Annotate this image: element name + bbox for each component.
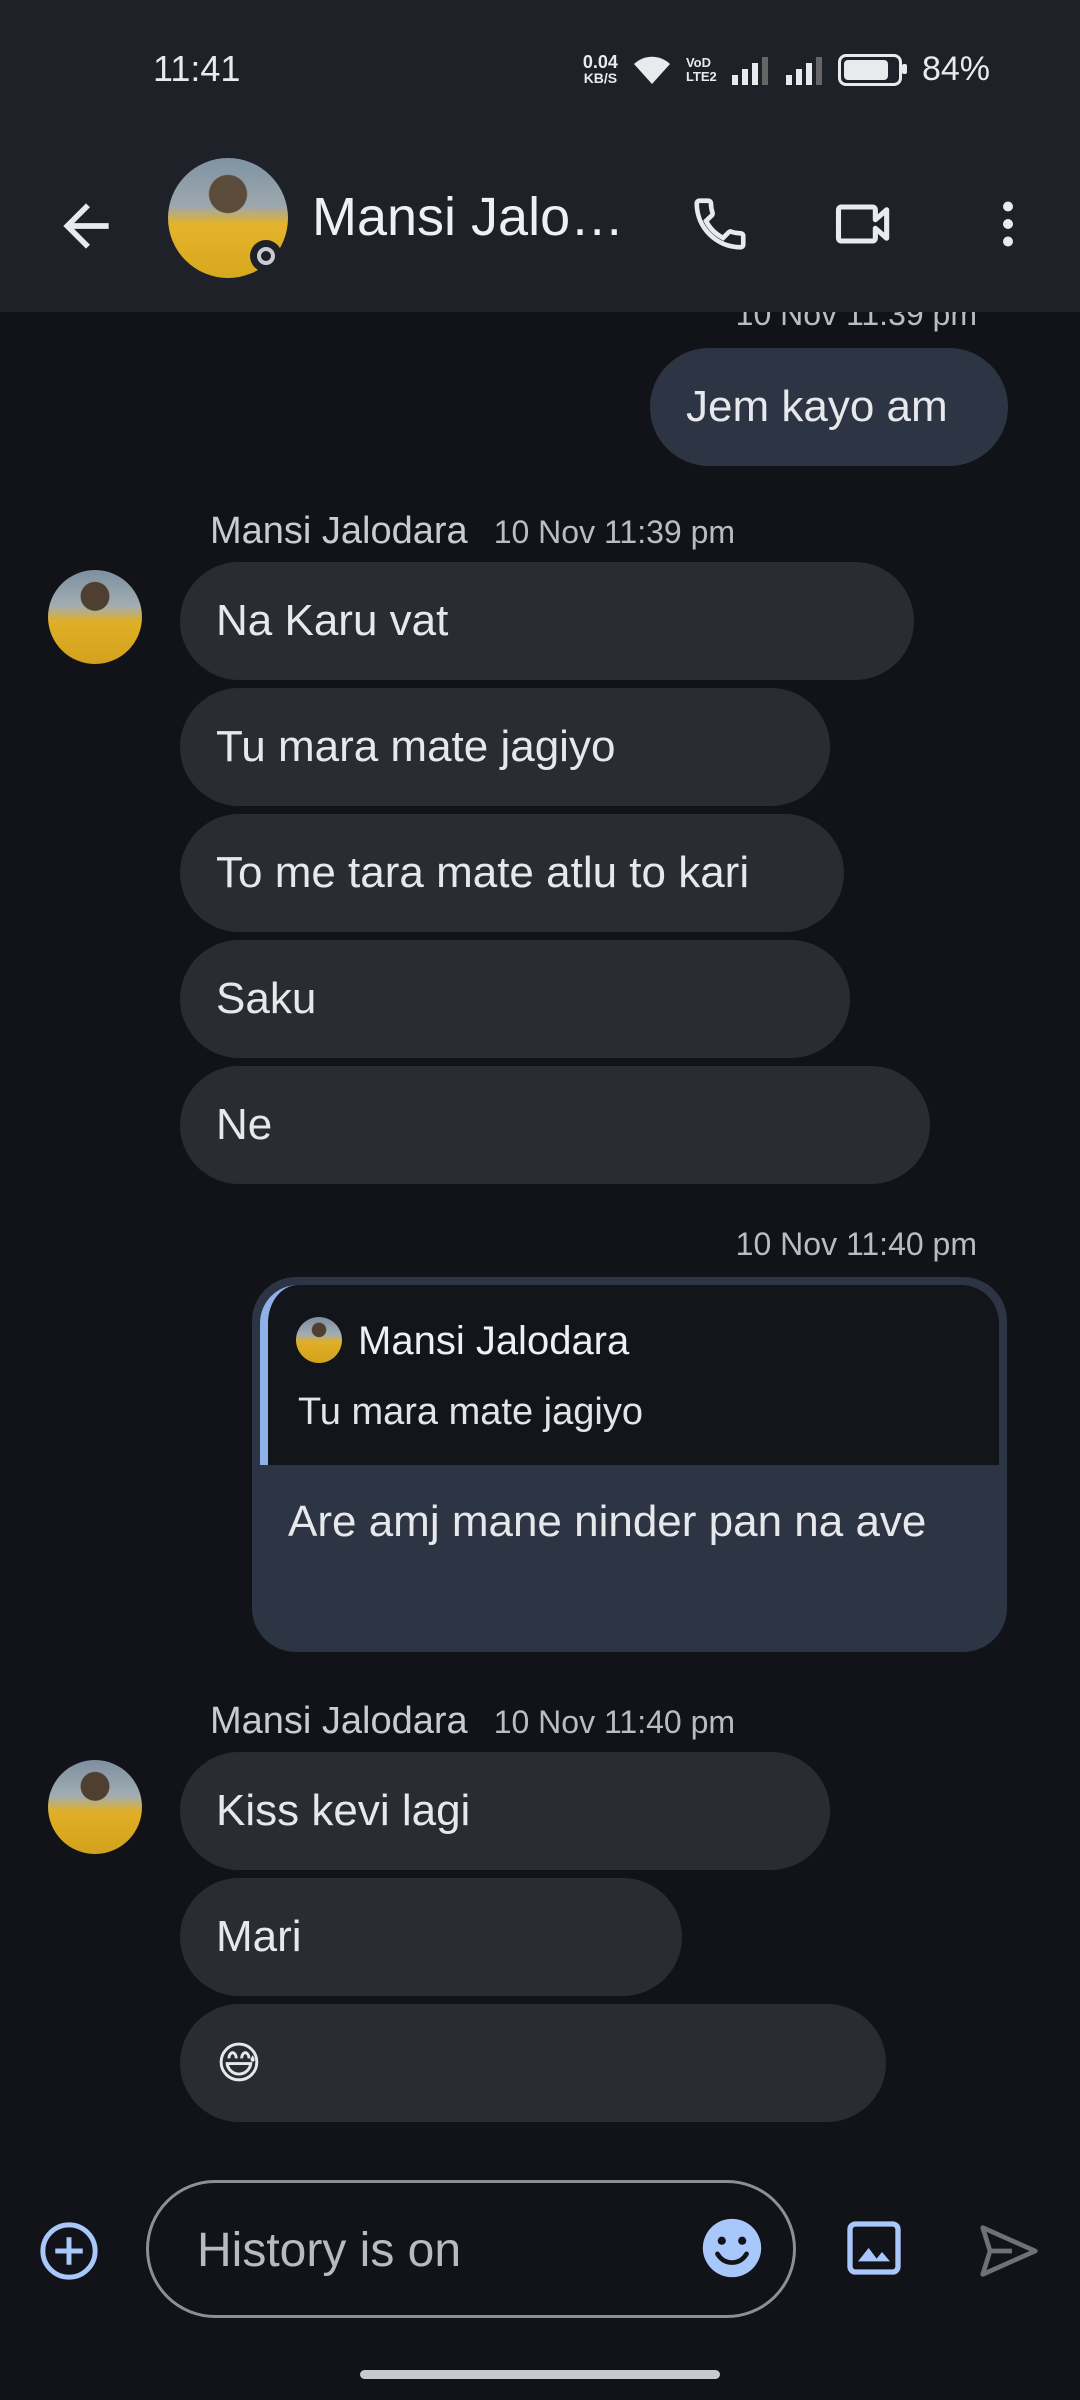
message-timestamp: 10 Nov 11:40 pm [493,1704,736,1740]
incoming-message[interactable]: Saku [180,940,850,1058]
incoming-message[interactable]: Ne [180,1066,930,1184]
more-vert-icon [1003,201,1013,247]
incoming-message[interactable]: Na Karu vat [180,562,914,680]
quoted-message[interactable]: Mansi Jalodara Tu mara mate jagiyo [260,1285,999,1465]
battery-percent: 84% [921,50,990,88]
sender-avatar[interactable] [48,1760,142,1854]
contact-name[interactable]: Mansi Jalo… [312,186,624,248]
outgoing-reply-message[interactable]: Mansi Jalodara Tu mara mate jagiyo Are a… [252,1277,1007,1652]
send-icon [980,2225,1038,2277]
status-bar: 11:41 0.04 KB/S VoD LTE2 84% [0,0,1080,140]
outgoing-message[interactable]: Jem kayo am [650,348,1008,466]
incoming-message[interactable]: 😅 [180,2004,886,2122]
add-attachment-button[interactable] [36,2218,102,2284]
image-icon [847,2221,901,2275]
video-icon [835,204,890,244]
battery-icon [837,53,907,86]
sender-row: Mansi Jalodara 10 Nov 11:40 pm [210,1700,735,1743]
incoming-message[interactable]: Mari [180,1878,682,1996]
emoji-icon [702,2218,762,2278]
incoming-message[interactable]: Tu mara mate jagiyo [180,688,830,806]
signal-icon-2 [785,56,822,85]
battery-fill [843,59,888,80]
quoted-text: Tu mara mate jagiyo [298,1391,643,1433]
quoted-sender-name: Mansi Jalodara [358,1319,630,1363]
more-options-button[interactable] [968,184,1048,264]
status-time: 11:41 [153,48,241,89]
back-arrow-icon [63,203,109,249]
send-button[interactable] [974,2216,1044,2286]
video-call-button[interactable] [824,184,904,264]
add-circle-icon [40,2222,98,2280]
sender-name: Mansi Jalodara [210,1700,468,1742]
emoji-button[interactable] [697,2213,767,2283]
sender-name: Mansi Jalodara [210,510,468,552]
status-icons: 0.04 KB/S VoD LTE2 84% [583,50,990,89]
phone-icon [694,198,746,250]
gallery-button[interactable] [842,2216,906,2280]
incoming-message[interactable]: Kiss kevi lagi [180,1752,830,1870]
message-timestamp: 10 Nov 11:40 pm [735,1226,977,1262]
lte-label: VoD LTE2 [685,54,717,84]
wifi-icon [633,56,670,84]
back-button[interactable] [52,192,120,260]
call-button[interactable] [680,184,760,264]
message-timestamp: 10 Nov 11:39 pm [735,312,977,332]
quoted-sender-avatar [296,1317,342,1363]
home-indicator[interactable] [360,2370,720,2379]
network-speed: 0.04 KB/S [582,51,618,86]
message-timestamp: 10 Nov 11:39 pm [493,514,736,550]
message-input[interactable] [195,2183,659,2317]
incoming-message[interactable]: To me tara mate atlu to kari [180,814,844,932]
conversation-header: Mansi Jalo… [0,140,1080,312]
sender-row: Mansi Jalodara 10 Nov 11:39 pm [210,510,735,553]
sender-avatar[interactable] [48,570,142,664]
compose-field[interactable] [146,2180,796,2318]
signal-icon [731,56,768,85]
presence-indicator [250,240,282,272]
reply-text: Are amj mane ninder pan na ave [288,1497,927,1546]
